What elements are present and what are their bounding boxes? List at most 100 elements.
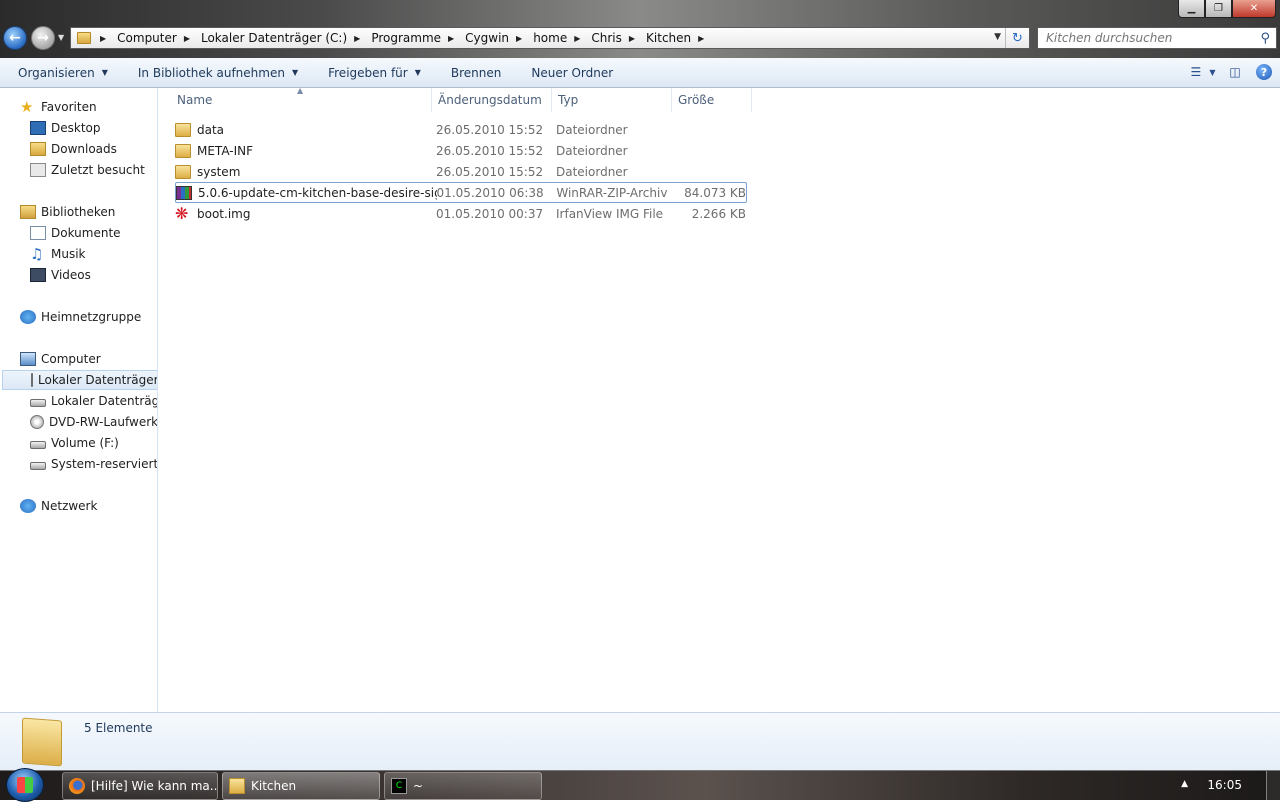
- terminal-icon: C: [391, 778, 407, 794]
- maximize-button[interactable]: ❐: [1205, 0, 1232, 18]
- column-header-size[interactable]: Größe: [672, 88, 752, 112]
- taskbar-item-terminal[interactable]: C ~: [384, 772, 542, 800]
- column-label: Größe: [678, 93, 715, 107]
- breadcrumb-programme[interactable]: Programme ▶: [369, 28, 463, 48]
- preview-pane-button[interactable]: ◫: [1224, 62, 1246, 82]
- chevron-right-icon[interactable]: ▶: [354, 34, 360, 43]
- breadcrumb-drive-c[interactable]: Lokaler Datenträger (C:) ▶: [199, 28, 369, 48]
- file-row[interactable]: data 26.05.2010 15:52 Dateiordner: [175, 119, 747, 140]
- homegroup-icon: [20, 310, 36, 324]
- file-row[interactable]: META-INF 26.05.2010 15:52 Dateiordner: [175, 140, 747, 161]
- chevron-down-icon: ▼: [1209, 67, 1216, 77]
- nav-videos[interactable]: Videos: [30, 265, 91, 285]
- taskbar-item-firefox[interactable]: [Hilfe] Wie kann ma...: [62, 772, 218, 800]
- start-button[interactable]: [6, 768, 44, 802]
- file-name: data: [197, 122, 225, 137]
- chevron-right-icon[interactable]: ▶: [184, 34, 190, 43]
- search-box[interactable]: ⚲: [1037, 27, 1277, 49]
- title-bar: ▁ ❐ ✕ ← → ▼ ▶ Computer ▶ Lokaler Datenträ…: [0, 0, 1280, 58]
- nav-favorites[interactable]: ★ Favoriten: [20, 97, 97, 117]
- include-library-label: In Bibliothek aufnehmen: [137, 65, 285, 80]
- chevron-right-icon[interactable]: ▶: [516, 34, 522, 43]
- breadcrumb-label: Lokaler Datenträger (C:): [200, 31, 348, 45]
- back-arrow-icon: ←: [9, 30, 21, 46]
- organize-menu[interactable]: Organisieren ▼: [0, 60, 120, 86]
- refresh-button[interactable]: ↻: [1005, 28, 1029, 48]
- chevron-right-icon[interactable]: ▶: [574, 34, 580, 43]
- nav-volume-f[interactable]: Volume (F:): [30, 433, 119, 453]
- file-row[interactable]: ❋ boot.img 01.05.2010 00:37 IrfanView IMG…: [175, 203, 747, 224]
- nav-downloads[interactable]: Downloads: [30, 139, 117, 159]
- navigation-pane: ★ Favoriten Desktop Downloads Zuletzt bes…: [0, 88, 158, 712]
- nav-label: Videos: [51, 268, 91, 282]
- file-date: 01.05.2010 00:37: [436, 206, 544, 221]
- nav-recent[interactable]: Zuletzt besucht: [30, 160, 145, 180]
- item-count: 5 Elemente: [84, 721, 153, 735]
- breadcrumb-root-arrow[interactable]: ▶: [91, 28, 115, 48]
- view-controls: ☰ ▼ ◫ ?: [1191, 62, 1272, 82]
- show-desktop-button[interactable]: [1266, 771, 1280, 801]
- file-name: META-INF: [197, 143, 254, 158]
- folder-icon: [175, 164, 191, 179]
- nav-documents[interactable]: Dokumente: [30, 223, 121, 243]
- nav-computer[interactable]: Computer: [20, 349, 101, 369]
- search-icon[interactable]: ⚲: [1260, 31, 1270, 46]
- forward-button[interactable]: →: [31, 26, 55, 50]
- nav-drive-c[interactable]: Lokaler Datenträger: [2, 370, 157, 390]
- recent-pages-dropdown[interactable]: ▼: [58, 33, 64, 42]
- nav-label: Favoriten: [41, 100, 97, 114]
- nav-desktop[interactable]: Desktop: [30, 118, 101, 138]
- column-header-type[interactable]: Typ: [552, 88, 672, 112]
- nav-music[interactable]: ♫ Musik: [30, 244, 86, 264]
- refresh-icon: ↻: [1012, 30, 1023, 46]
- address-bar[interactable]: ▶ Computer ▶ Lokaler Datenträger (C:) ▶ Pr…: [70, 27, 1030, 49]
- help-icon[interactable]: ?: [1256, 64, 1272, 80]
- chevron-right-icon[interactable]: ▶: [629, 34, 635, 43]
- nav-label: Netzwerk: [41, 499, 98, 513]
- nav-dvd-drive[interactable]: DVD-RW-Laufwerk (: [30, 412, 157, 432]
- file-type: Dateiordner: [556, 164, 628, 179]
- irfanview-image-icon: ❋: [175, 206, 189, 221]
- include-library-menu[interactable]: In Bibliothek aufnehmen ▼: [120, 60, 310, 86]
- nav-label: Dokumente: [51, 226, 121, 240]
- chevron-right-icon[interactable]: ▶: [698, 34, 704, 43]
- nav-homegroup[interactable]: Heimnetzgruppe: [20, 307, 141, 327]
- view-options-button[interactable]: ☰ ▼: [1191, 62, 1216, 82]
- chevron-right-icon[interactable]: ▶: [448, 34, 454, 43]
- breadcrumb-home[interactable]: home ▶: [531, 28, 589, 48]
- nav-label: Desktop: [51, 121, 101, 135]
- breadcrumb-cygwin[interactable]: Cygwin ▶: [463, 28, 531, 48]
- clock[interactable]: 16:05: [1207, 778, 1242, 792]
- nav-system-reserved[interactable]: System-reserviert (H: [30, 454, 157, 474]
- back-button[interactable]: ←: [3, 26, 27, 50]
- details-pane: 5 Elemente: [0, 712, 1280, 770]
- nav-libraries[interactable]: Bibliotheken: [20, 202, 115, 222]
- new-folder-button[interactable]: Neuer Ordner: [513, 60, 625, 86]
- column-label: Typ: [558, 93, 579, 107]
- star-icon: ★: [20, 98, 34, 116]
- breadcrumb-kitchen[interactable]: Kitchen ▶: [644, 28, 713, 48]
- share-menu[interactable]: Freigeben für ▼: [310, 60, 433, 86]
- file-type: IrfanView IMG File: [556, 206, 664, 221]
- taskbar-item-kitchen[interactable]: Kitchen: [222, 772, 380, 800]
- file-date: 01.05.2010 06:38: [436, 185, 544, 200]
- breadcrumb-computer[interactable]: Computer ▶: [115, 28, 199, 48]
- breadcrumb-chris[interactable]: Chris ▶: [589, 28, 644, 48]
- breadcrumb-label: Kitchen: [646, 31, 692, 45]
- column-header-date[interactable]: Änderungsdatum: [432, 88, 552, 112]
- file-row[interactable]: system 26.05.2010 15:52 Dateiordner: [175, 161, 747, 182]
- nav-drive-d[interactable]: Lokaler Datenträger: [30, 391, 157, 411]
- search-input[interactable]: [1044, 30, 1254, 46]
- folder-large-icon: [22, 717, 62, 767]
- file-date: 26.05.2010 15:52: [436, 122, 544, 137]
- file-size: 84.073 KB: [684, 185, 747, 200]
- nav-network[interactable]: Netzwerk: [20, 496, 97, 516]
- show-hidden-icons-button[interactable]: ▲: [1181, 779, 1188, 789]
- address-history-dropdown[interactable]: ▼: [994, 32, 1001, 42]
- file-row-selected[interactable]: 5.0.6-update-cm-kitchen-base-desire-sig.…: [175, 182, 747, 203]
- column-header-name[interactable]: Name ▲: [159, 86, 432, 112]
- minimize-button[interactable]: ▁: [1178, 0, 1205, 18]
- close-button[interactable]: ✕: [1232, 0, 1276, 18]
- burn-button[interactable]: Brennen: [433, 60, 513, 86]
- file-date: 26.05.2010 15:52: [436, 164, 544, 179]
